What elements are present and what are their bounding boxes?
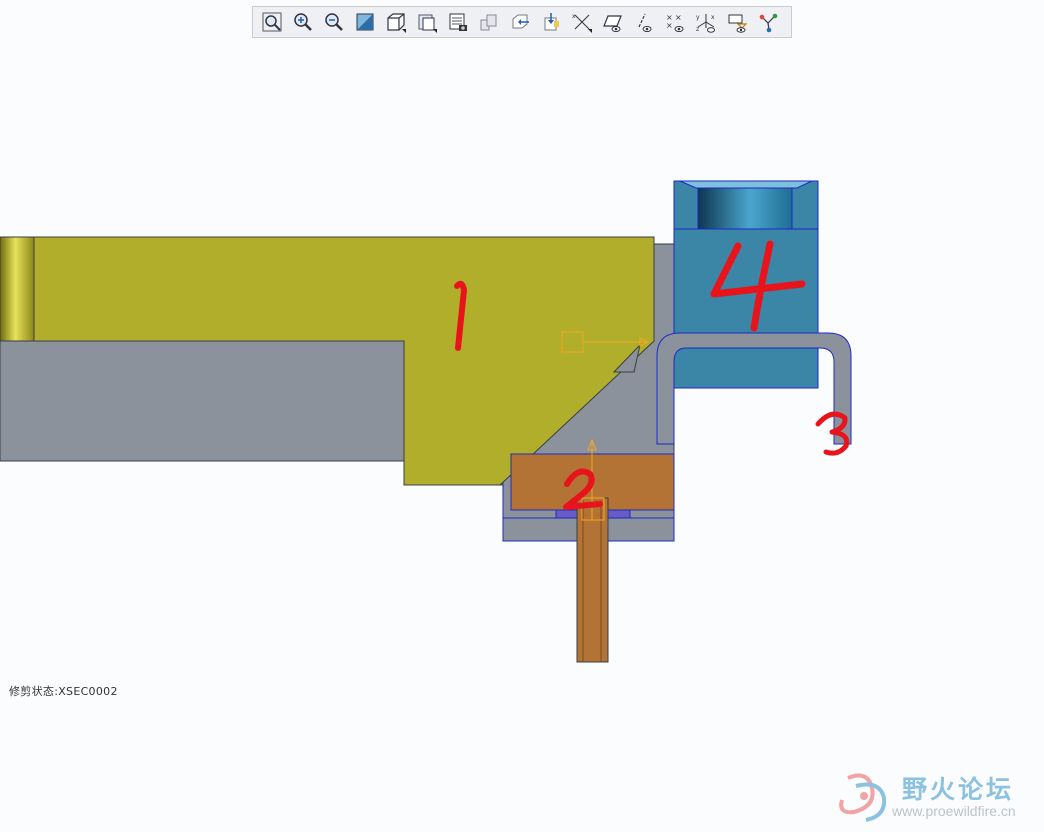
display-style-icon: [386, 13, 406, 33]
reorient-icon: [512, 14, 529, 29]
forum-logo-icon: [839, 773, 887, 822]
reorient-button[interactable]: [504, 8, 535, 36]
datum-display-icon: x: [572, 13, 592, 33]
layers-button[interactable]: [473, 8, 504, 36]
point-display-button[interactable]: × × ×: [659, 8, 690, 36]
forum-watermark: 野火论坛 www.proewildfire.cn: [834, 766, 1039, 826]
watermark-url: www.proewildfire.cn: [892, 803, 1016, 819]
clip-status-text: 修剪状态:XSEC0002: [9, 685, 118, 698]
yellow-cylinder-end: [0, 236, 35, 342]
spin-center-icon: [544, 13, 559, 31]
blue-bore: [697, 187, 793, 230]
display-style-button[interactable]: [380, 8, 411, 36]
saved-views-button[interactable]: [411, 8, 442, 36]
axis-display-icon: [637, 13, 651, 32]
spin-center-button[interactable]: [535, 8, 566, 36]
csys-display-button[interactable]: yz x: [690, 8, 721, 36]
axis-display-button[interactable]: [628, 8, 659, 36]
purple-insert-left: [555, 509, 581, 519]
model-viewport[interactable]: [0, 0, 1044, 832]
csys-display-icon: yz x: [696, 14, 715, 33]
datum-tag-icon: [759, 13, 777, 33]
brown-shaft: [576, 497, 609, 663]
annotation-display-icon: [728, 14, 747, 33]
svg-text:×: ×: [666, 21, 673, 30]
datum-tag-button[interactable]: [752, 8, 783, 36]
view-manager-button[interactable]: [442, 8, 473, 36]
zoom-out-icon: [324, 13, 343, 31]
svg-text:x: x: [711, 14, 715, 21]
zoom-in-button[interactable]: [287, 8, 318, 36]
refit-icon: [262, 12, 281, 32]
refit-button[interactable]: [256, 8, 287, 36]
blue-bore-chamfer: [679, 180, 813, 189]
view-toolbar: x × × × yz x: [252, 6, 792, 38]
point-display-icon: × ××: [666, 13, 683, 32]
layers-icon: [480, 14, 496, 31]
svg-text:y: y: [696, 14, 700, 21]
saved-views-icon: [418, 14, 437, 33]
svg-text:z: z: [696, 26, 699, 33]
view-manager-icon: [449, 13, 467, 31]
gray-base-part: [0, 340, 405, 462]
zoom-out-button[interactable]: [318, 8, 349, 36]
datum-display-button[interactable]: x: [566, 8, 597, 36]
purple-insert-right: [605, 509, 631, 519]
svg-text:x: x: [572, 13, 576, 20]
plane-display-icon: [602, 15, 622, 32]
repaint-button[interactable]: [349, 8, 380, 36]
annotation-display-button[interactable]: [721, 8, 752, 36]
plane-display-button[interactable]: [597, 8, 628, 36]
svg-text:×: ×: [675, 13, 682, 22]
repaint-icon: [356, 13, 373, 31]
zoom-in-icon: [293, 13, 312, 31]
watermark-brand: 野火论坛: [902, 775, 1015, 804]
